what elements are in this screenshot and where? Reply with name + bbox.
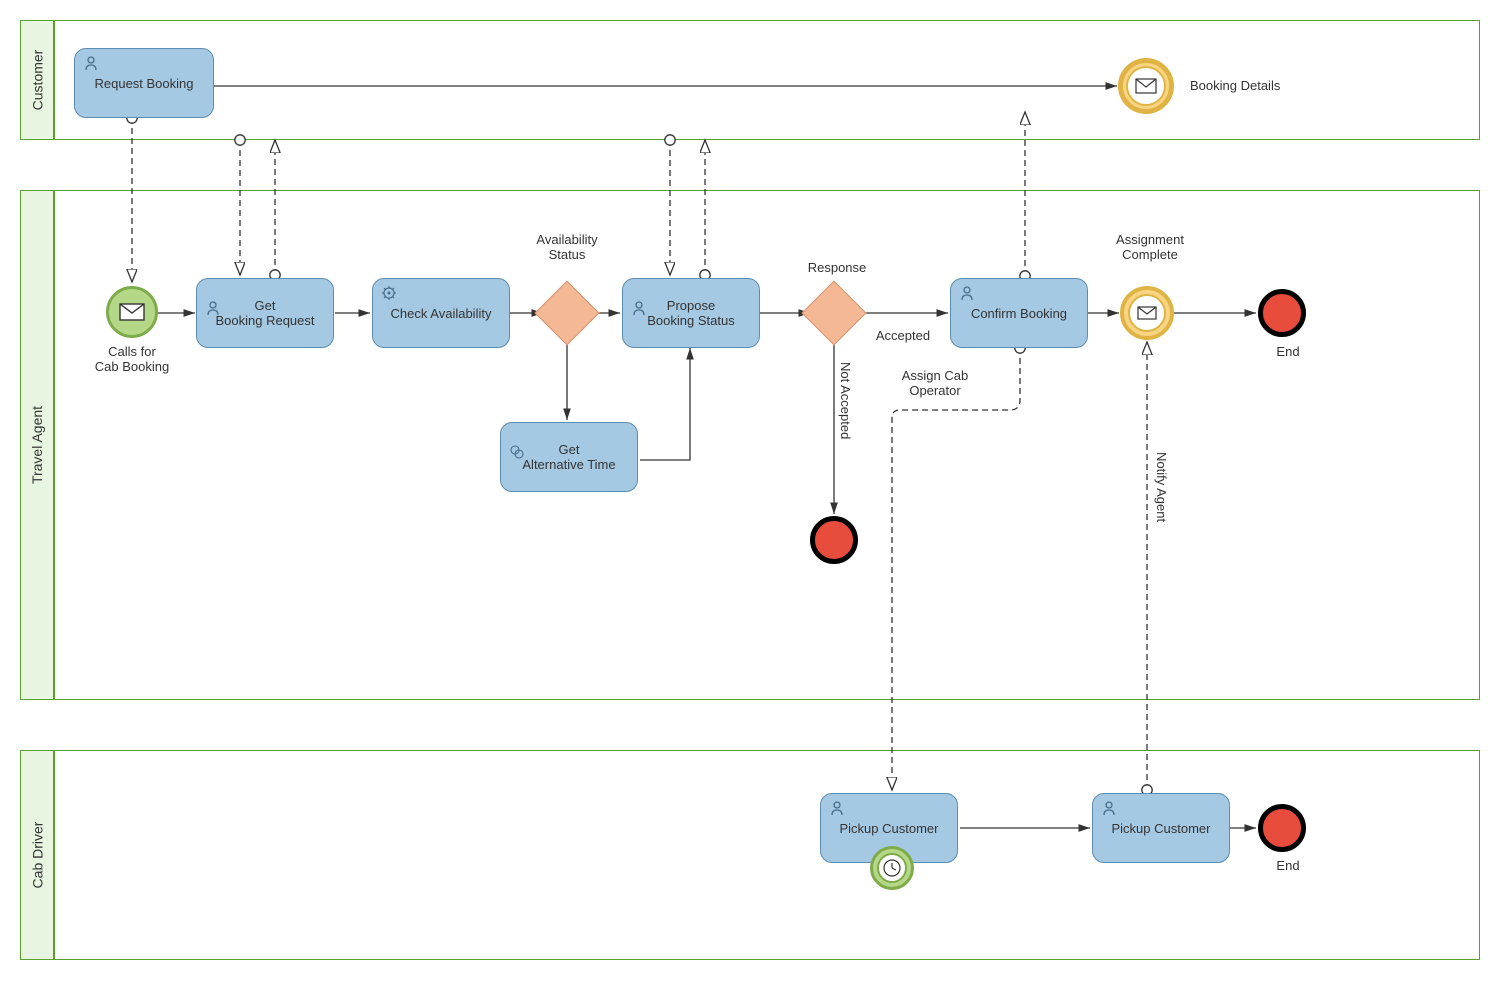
label-assign-cab: Assign Cab Operator xyxy=(890,368,980,398)
task-check-availability: Check Availability xyxy=(372,278,510,348)
user-icon xyxy=(631,285,647,319)
task-label: Pickup Customer xyxy=(1112,821,1211,836)
lane-title-customer: Customer xyxy=(29,50,45,111)
label-not-accepted: Not Accepted xyxy=(838,362,853,439)
end-event-driver xyxy=(1258,804,1306,852)
label-assignment-complete: Assignment Complete xyxy=(1100,232,1200,262)
event-assignment-complete xyxy=(1120,286,1174,340)
lane-driver xyxy=(54,750,1480,960)
user-icon xyxy=(205,285,221,319)
user-icon xyxy=(829,800,845,819)
label-booking-details: Booking Details xyxy=(1190,78,1310,93)
user-icon xyxy=(83,55,99,74)
user-icon xyxy=(1101,800,1117,819)
user-icon xyxy=(959,285,975,304)
task-label: Pickup Customer xyxy=(840,821,939,836)
event-timer xyxy=(870,846,914,890)
event-booking-details xyxy=(1118,58,1174,114)
envelope-icon xyxy=(1135,78,1157,94)
label-availability-status: Availability Status xyxy=(522,232,612,262)
task-confirm-booking: Confirm Booking xyxy=(950,278,1088,348)
task-get-alternative-time: Get Alternative Time xyxy=(500,422,638,492)
lane-label-customer: Customer xyxy=(20,20,54,140)
label-calls-for-cab: Calls for Cab Booking xyxy=(82,344,182,374)
task-label: Confirm Booking xyxy=(971,306,1067,321)
lane-title-driver: Cab Driver xyxy=(29,822,45,889)
label-notify-agent: Notify Agent xyxy=(1154,452,1169,522)
task-get-booking-request: Get Booking Request xyxy=(196,278,334,348)
task-pickup-customer-2: Pickup Customer xyxy=(1092,793,1230,863)
label-end-agent: End xyxy=(1268,344,1308,359)
task-label: Propose Booking Status xyxy=(647,298,734,328)
clock-icon xyxy=(882,858,902,878)
envelope-icon xyxy=(1137,306,1157,320)
end-event-not-accepted xyxy=(810,516,858,564)
label-response: Response xyxy=(802,260,872,275)
task-propose-booking-status: Propose Booking Status xyxy=(622,278,760,348)
task-label: Get Alternative Time xyxy=(522,442,615,472)
task-label: Get Booking Request xyxy=(215,298,314,328)
end-event-agent xyxy=(1258,289,1306,337)
label-end-driver: End xyxy=(1268,858,1308,873)
lane-title-agent: Travel Agent xyxy=(29,406,45,484)
task-request-booking: Request Booking xyxy=(74,48,214,118)
envelope-icon xyxy=(119,303,145,321)
lane-label-driver: Cab Driver xyxy=(20,750,54,960)
gear-icon xyxy=(381,285,397,304)
gear-icon xyxy=(509,429,525,463)
task-label: Check Availability xyxy=(391,306,492,321)
lane-agent xyxy=(54,190,1480,700)
label-accepted: Accepted xyxy=(868,328,938,343)
event-calls-for-cab xyxy=(106,286,158,338)
task-label: Request Booking xyxy=(94,76,193,91)
lane-label-agent: Travel Agent xyxy=(20,190,54,700)
